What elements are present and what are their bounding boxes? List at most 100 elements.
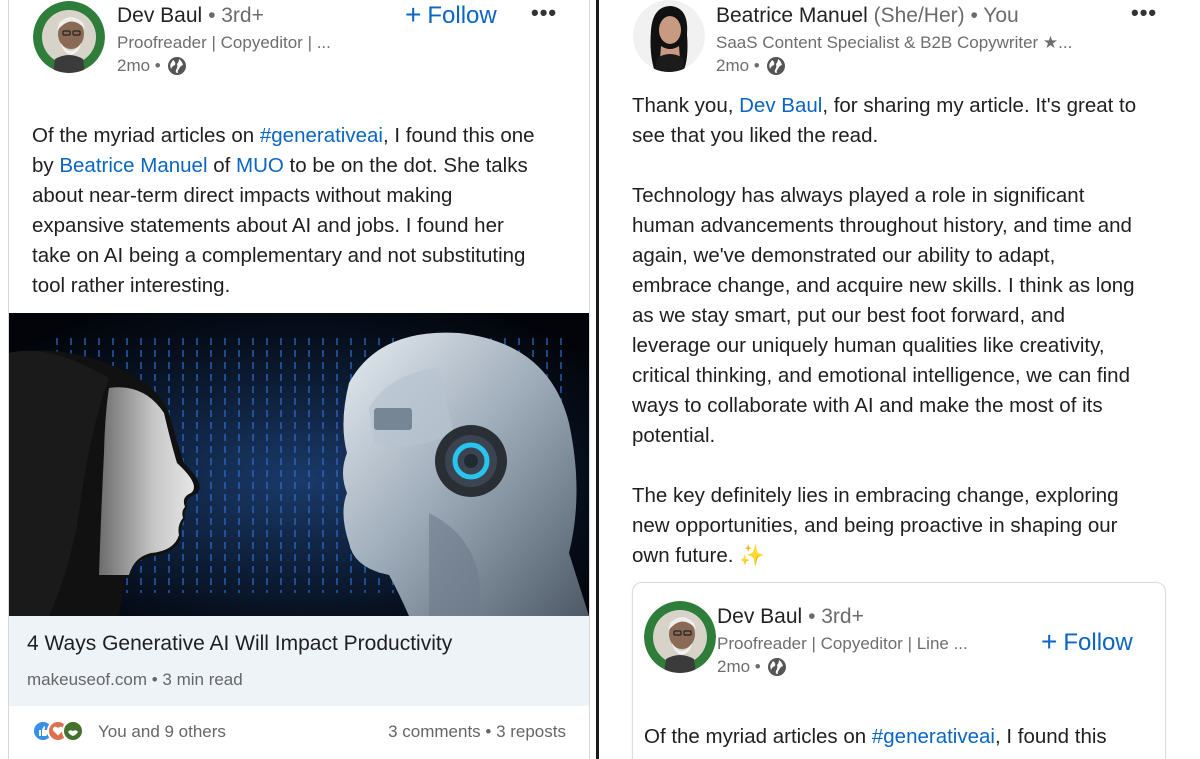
text-run: , I found this (994, 725, 1107, 748)
globe-icon (167, 57, 186, 75)
post-text-line: leverage our uniquely human qualities li… (632, 331, 1192, 361)
quoted-connection-degree: • 3rd+ (808, 605, 864, 628)
text-run: see that you liked the read. (632, 124, 879, 147)
article-title[interactable]: 4 Ways Generative AI Will Impact Product… (27, 632, 452, 656)
text-run: embrace change, and acquire new skills. … (632, 274, 1135, 297)
author-name[interactable]: Beatrice Manuel (She/Her) • You (716, 4, 1019, 28)
follow-label: Follow (427, 2, 497, 29)
text-run: , for sharing my article. It's great to (822, 94, 1137, 117)
post-text-line: about near-term direct impacts without m… (32, 181, 572, 211)
post-time-meta: 2mo • (117, 56, 187, 76)
post-text-line: The key definitely lies in embracing cha… (632, 481, 1192, 511)
text-run: as we stay smart, put our best foot forw… (632, 304, 1065, 327)
quoted-author-name-text[interactable]: Dev Baul (717, 605, 802, 628)
post-text-line (632, 151, 1192, 181)
text-run: critical thinking, and emotional intelli… (632, 364, 1130, 387)
author-name[interactable]: Dev Baul • 3rd+ (117, 4, 264, 28)
quoted-author-headline: Proofreader | Copyeditor | Line ... (717, 634, 968, 653)
quoted-post-time-meta: 2mo • (717, 657, 787, 677)
article-source: makeuseof.com • 3 min read (27, 670, 243, 689)
quoted-post-card[interactable]: Dev Baul • 3rd+ Proofreader | Copyeditor… (632, 582, 1166, 759)
text-run: of (207, 154, 236, 177)
inline-link[interactable]: MUO (236, 154, 284, 177)
text-run: human advancements throughout history, a… (632, 214, 1132, 237)
reactions-stack[interactable] (32, 720, 84, 742)
post-text-line: Of the myriad articles on #generativeai,… (32, 121, 572, 151)
text-run: by (32, 154, 60, 177)
text-run: own future. (632, 544, 740, 567)
quoted-post-body: Of the myriad articles on #generativeai,… (644, 722, 1164, 752)
text-run: , I found this one (382, 124, 535, 147)
author-name-text[interactable]: Dev Baul (117, 4, 202, 27)
text-run: potential. (632, 424, 716, 447)
author-name-text[interactable]: Beatrice Manuel (716, 4, 868, 27)
post-text-line: again, we've demonstrated our ability to… (632, 241, 1192, 271)
author-you-badge: • You (970, 4, 1019, 27)
post-text-line: see that you liked the read. (632, 121, 1192, 151)
author-headline: SaaS Content Specialist & B2B Copywriter… (716, 33, 1073, 52)
post-text-line: Of the myriad articles on #generativeai,… (644, 722, 1164, 752)
post-time: 2mo • (716, 56, 760, 75)
quoted-follow-label: Follow (1063, 629, 1133, 656)
text-run: leverage our uniquely human qualities li… (632, 334, 1105, 357)
text-run: Thank you, (632, 94, 740, 117)
post-text-line: new opportunities, and being proactive i… (632, 511, 1192, 541)
text-run: take on AI being a complementary and not… (32, 244, 526, 267)
inline-link[interactable]: #generativeai (872, 725, 995, 748)
post-text-line: expansive statements about AI and jobs. … (32, 211, 572, 241)
post-text-line: take on AI being a complementary and not… (32, 241, 572, 271)
post-text-line: Thank you, Dev Baul, for sharing my arti… (632, 91, 1192, 121)
text-run: about near-term direct impacts without m… (32, 184, 453, 207)
author-headline: Proofreader | Copyeditor | ... (117, 33, 331, 52)
quoted-post-time: 2mo • (717, 657, 761, 676)
text-run: again, we've demonstrated our ability to… (632, 244, 1056, 267)
article-preview[interactable]: 4 Ways Generative AI Will Impact Product… (9, 616, 589, 706)
post-text-line: human advancements throughout history, a… (632, 211, 1192, 241)
post-text-line: Technology has always played a role in s… (632, 181, 1192, 211)
post-text-line: own future. ✨ (632, 541, 1192, 571)
text-run: new opportunities, and being proactive i… (632, 514, 1118, 537)
inline-link[interactable]: Dev Baul (739, 94, 822, 117)
follow-button[interactable]: + Follow (405, 0, 497, 30)
connection-degree: • 3rd+ (208, 4, 264, 27)
comments-reposts-count[interactable]: 3 comments • 3 reposts (388, 722, 566, 742)
author-avatar[interactable] (633, 0, 705, 72)
post-text-line: critical thinking, and emotional intelli… (632, 361, 1192, 391)
text-run: Of the myriad articles on (32, 124, 260, 147)
social-counts-bar: You and 9 others 3 comments • 3 reposts (32, 720, 566, 748)
text-run: tool rather interesting. (32, 274, 231, 297)
reactions-text[interactable]: You and 9 others (98, 722, 226, 742)
post-text-line (632, 451, 1192, 481)
post-time: 2mo • (117, 56, 161, 75)
more-options-icon[interactable]: ••• (1131, 0, 1157, 26)
text-run: to be on the dot. She talks (283, 154, 528, 177)
plus-icon: + (1041, 626, 1058, 657)
quoted-author-avatar[interactable] (644, 601, 716, 673)
post-text-line: by Beatrice Manuel of MUO to be on the d… (32, 151, 572, 181)
post-text-line: as we stay smart, put our best foot forw… (632, 301, 1192, 331)
text-run: Of the myriad articles on (644, 725, 872, 748)
sparkles-emoji: ✨ (739, 544, 765, 567)
globe-icon (766, 57, 785, 75)
post-text-line: ways to collaborate with AI and make the… (632, 391, 1192, 421)
globe-icon (767, 658, 786, 676)
post-time-meta: 2mo • (716, 56, 786, 76)
more-options-icon[interactable]: ••• (531, 0, 557, 26)
quoted-author-name[interactable]: Dev Baul • 3rd+ (717, 605, 864, 629)
post-body: Of the myriad articles on #generativeai,… (32, 121, 572, 301)
support-reaction-icon (62, 720, 84, 742)
post-body: Thank you, Dev Baul, for sharing my arti… (632, 91, 1192, 571)
text-run: The key definitely lies in embracing cha… (632, 484, 1119, 507)
author-avatar[interactable] (33, 1, 105, 73)
inline-link[interactable]: Beatrice Manuel (59, 154, 207, 177)
text-run: Technology has always played a role in s… (632, 184, 1085, 207)
post-text-line: tool rather interesting. (32, 271, 572, 301)
post-text-line: potential. (632, 421, 1192, 451)
text-run: ways to collaborate with AI and make the… (632, 394, 1103, 417)
text-run: expansive statements about AI and jobs. … (32, 214, 504, 237)
post-text-line: embrace change, and acquire new skills. … (632, 271, 1192, 301)
inline-link[interactable]: #generativeai (260, 124, 383, 147)
author-pronoun: (She/Her) (873, 4, 965, 27)
article-image[interactable] (9, 313, 589, 616)
quoted-follow-button[interactable]: + Follow (1041, 625, 1133, 657)
